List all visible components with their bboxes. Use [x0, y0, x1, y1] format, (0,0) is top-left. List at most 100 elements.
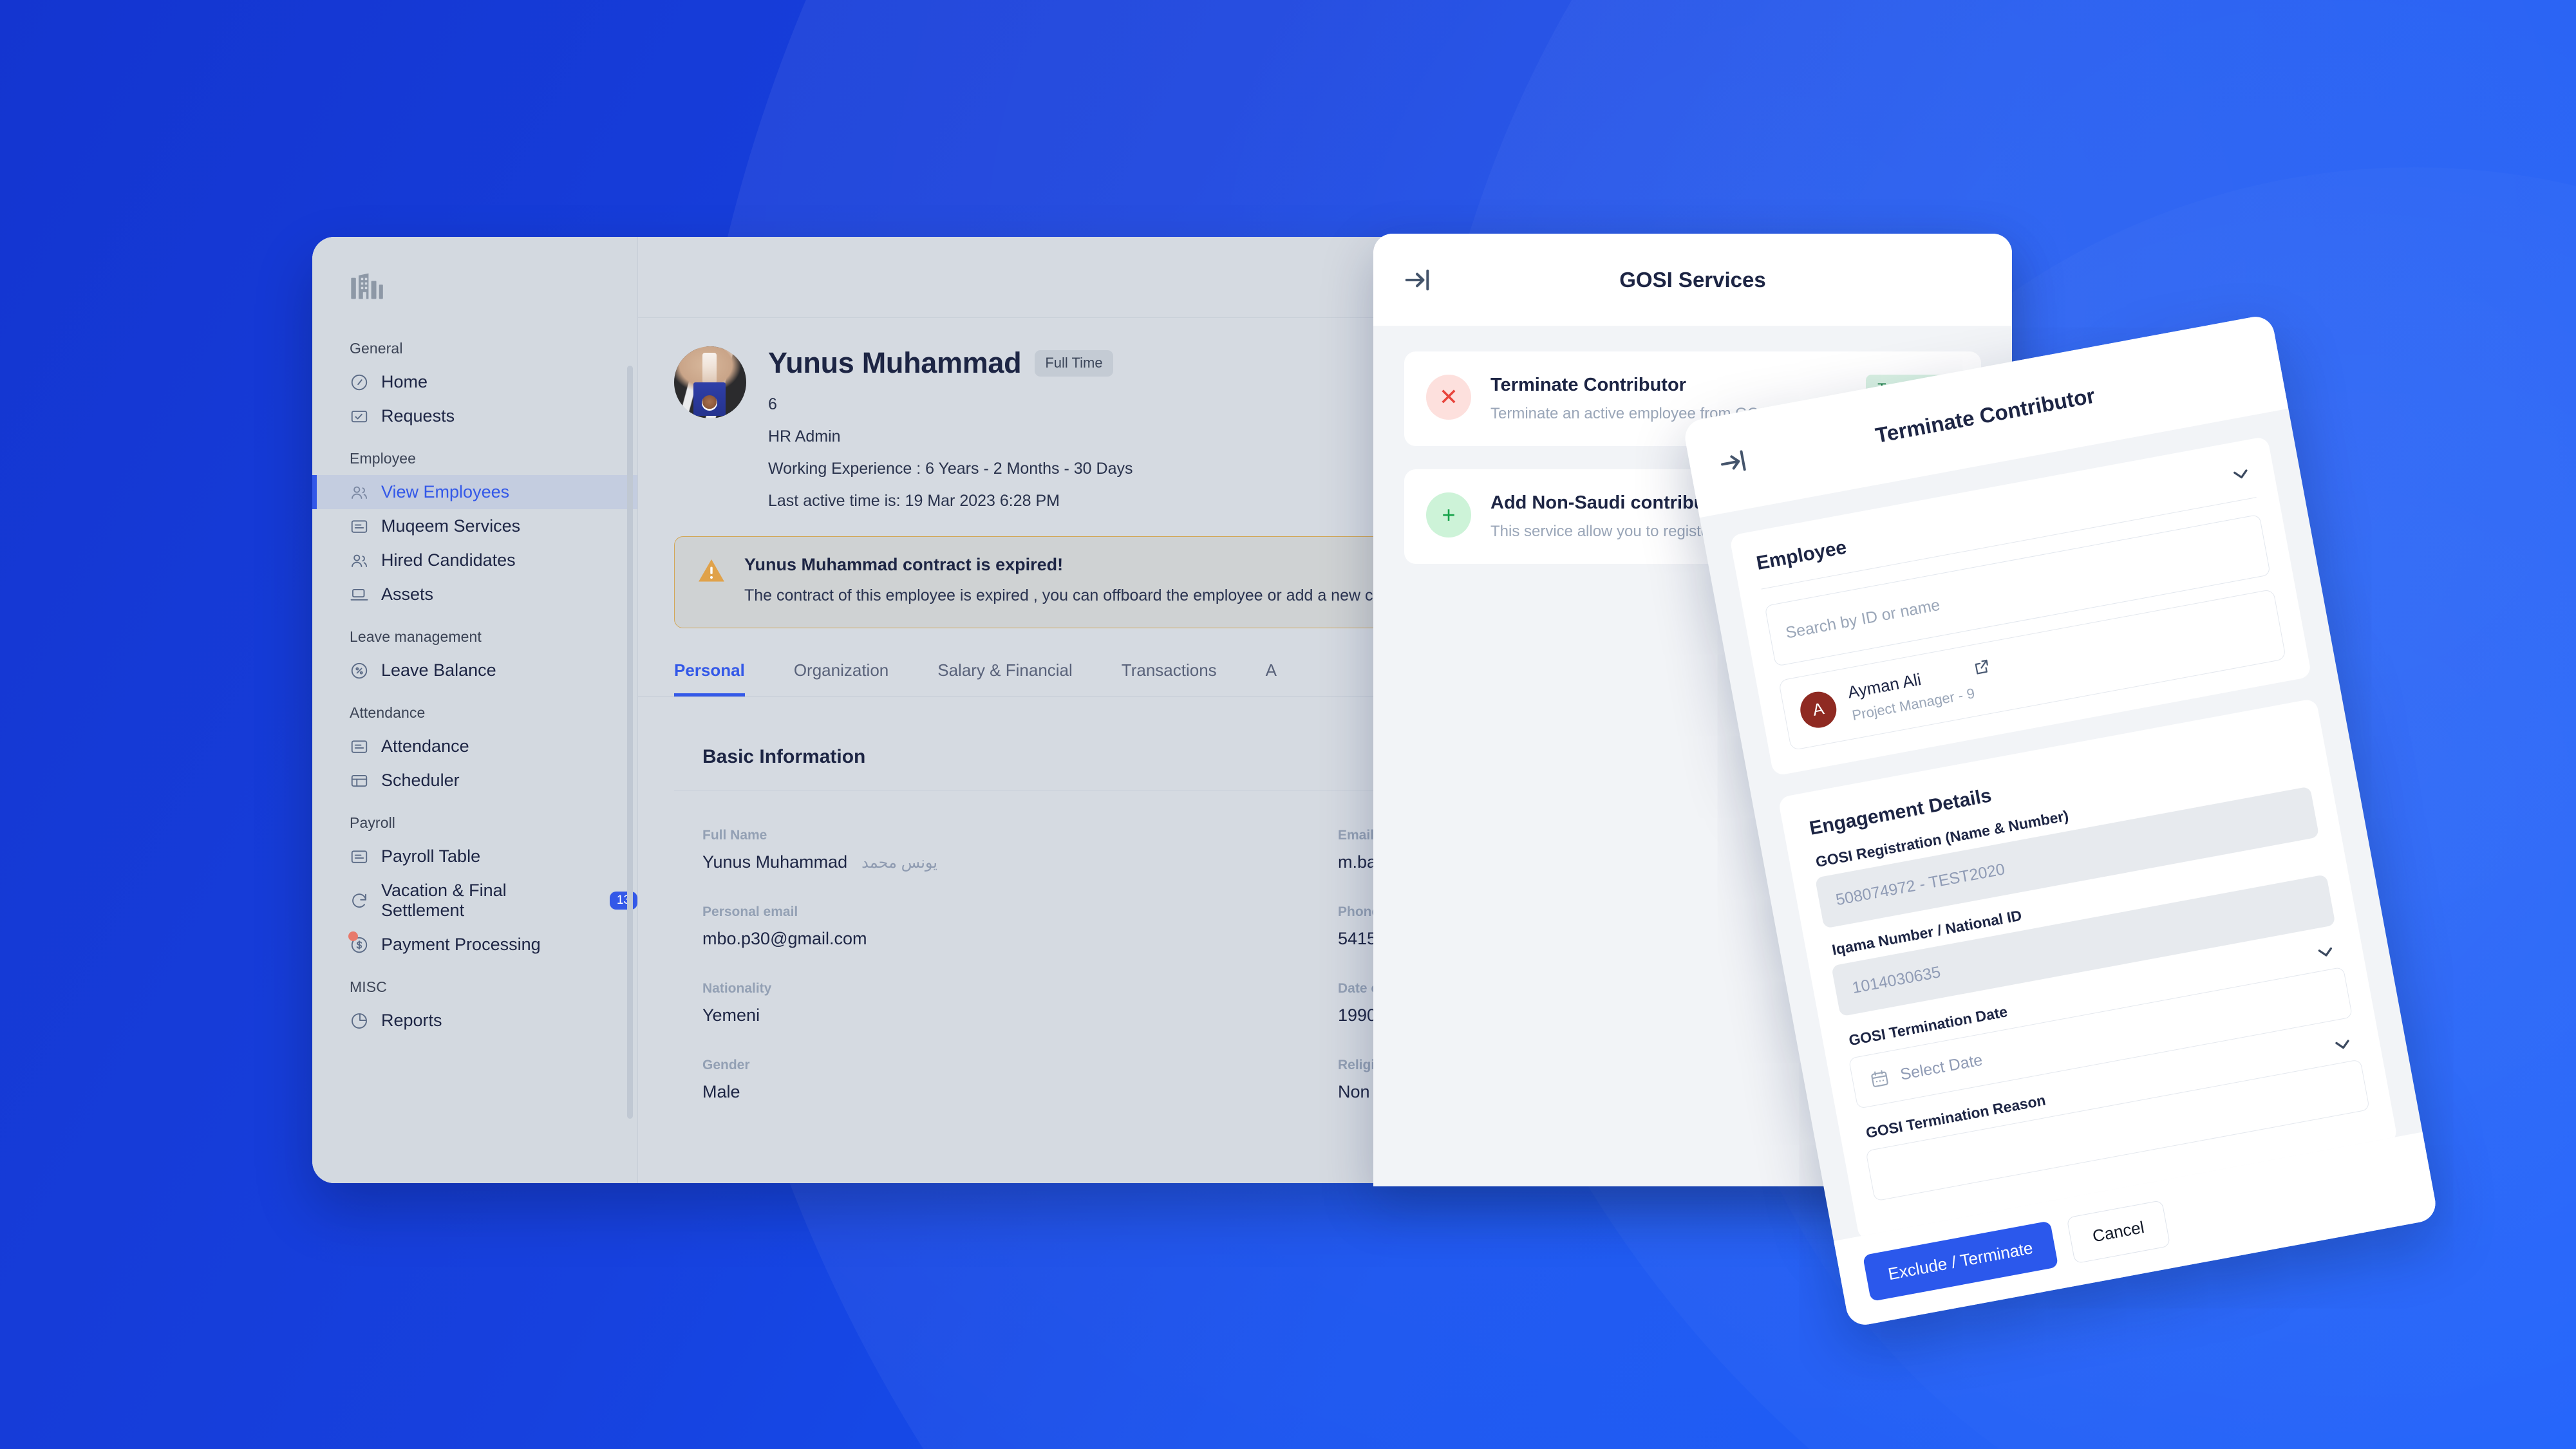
document-icon [351, 850, 368, 863]
gosi-service-name: Add Non-Saudi contributor [1490, 492, 1731, 513]
info-field-value-arabic: يونس محمد [861, 854, 937, 872]
info-field: Gender Male [702, 1042, 1299, 1119]
sidebar-item-label: View Employees [381, 482, 510, 501]
sidebar-item-attendance[interactable]: Attendance [312, 729, 637, 763]
sidebar-item-assets[interactable]: Assets [312, 577, 637, 612]
sidebar-group-label: MISC [350, 978, 387, 995]
calendar-icon [1871, 1070, 1888, 1087]
gosi-panel-title: GOSI Services [1619, 267, 1766, 292]
sidebar-item-reports[interactable]: Reports [312, 1004, 637, 1038]
chevron-down-icon[interactable] [2313, 940, 2338, 966]
exclude-terminate-button[interactable]: Exclude / Terminate [1862, 1220, 2059, 1302]
sidebar-group-label: Payroll [350, 814, 396, 831]
info-field-value-text: m.ba [1338, 852, 1377, 872]
calendar-grid-icon [351, 774, 368, 787]
users-icon [352, 486, 368, 499]
tab-a[interactable]: A [1266, 654, 1277, 696]
building-icon [351, 273, 383, 299]
engagement-field-value: Select Date [1899, 1051, 1984, 1084]
info-field-value-text: mbo.p30@gmail.com [702, 928, 867, 948]
info-field-value: Yunus Muhammad يونس محمد [702, 852, 1299, 872]
id-badge [693, 382, 726, 416]
sidebar-item-hired-candidates[interactable]: Hired Candidates [312, 543, 637, 577]
tab-salary-financial[interactable]: Salary & Financial [937, 654, 1073, 696]
notification-dot [348, 931, 358, 941]
laptop-icon [350, 588, 368, 601]
sidebar-item-view-employees[interactable]: View Employees [312, 475, 637, 509]
alert-title: Yunus Muhammad contract is expired! [744, 555, 1064, 574]
sidebar-scrollbar[interactable] [627, 366, 633, 1119]
info-field-value-text: Yemeni [702, 1005, 760, 1025]
sidebar-item-label: Requests [381, 406, 455, 425]
sidebar-item-label: Reports [381, 1011, 442, 1030]
sidebar-item-label: Scheduler [381, 771, 460, 790]
info-field-value: Male [702, 1082, 1299, 1102]
working-experience: Working Experience : 6 Years - 2 Months … [768, 460, 1133, 478]
sidebar-item-leave-balance[interactable]: Leave Balance [312, 653, 637, 687]
badge-clip [702, 353, 717, 384]
sidebar-item-label: Leave Balance [381, 660, 496, 680]
sidebar-item-home[interactable]: Home [312, 365, 637, 399]
screen-background: General Home Requests Employee View Employee… [0, 0, 2576, 1449]
sidebar-item-label: Attendance [381, 736, 469, 756]
badge-face [702, 395, 717, 411]
sidebar-item-label: Muqeem Services [381, 516, 521, 536]
sidebar-item-label: Hired Candidates [381, 550, 516, 570]
plus-icon: + [1426, 492, 1471, 538]
compass-icon [351, 374, 368, 390]
sidebar-item-payroll-table[interactable]: Payroll Table [312, 839, 637, 874]
sidebar-item-muqeem-services[interactable]: Muqeem Services [312, 509, 637, 543]
sidebar-nav: General Home Requests Employee View Employee… [312, 306, 637, 1038]
alert-body: The contract of this employee is expired… [744, 586, 1422, 604]
info-field-value-text: Yunus Muhammad [702, 852, 848, 872]
warning-triangle-icon [699, 559, 724, 582]
sidebar-group-label: Employee [350, 450, 417, 467]
tab-organization[interactable]: Organization [794, 654, 888, 696]
sidebar-item-requests[interactable]: Requests [312, 399, 637, 433]
sidebar: General Home Requests Employee View Employee… [312, 237, 637, 1183]
engagement-fields: GOSI Registration (Name & Number) 5080749… [1810, 763, 2370, 1202]
users-icon [352, 554, 368, 567]
sidebar-item-label: Assets [381, 584, 434, 604]
chevron-down-icon[interactable] [2228, 462, 2254, 487]
pie-chart-icon [352, 1013, 367, 1029]
external-link-icon[interactable] [1971, 657, 1993, 678]
avatar: A [1797, 688, 1839, 731]
info-field-value-text: Non [1338, 1081, 1370, 1101]
sidebar-item-label: Home [381, 372, 428, 391]
sidebar-item-label: Payroll Table [381, 846, 481, 866]
employee-role: HR Admin [768, 427, 841, 445]
tab-transactions[interactable]: Transactions [1122, 654, 1217, 696]
info-field-value-text: 1990 [1338, 1005, 1377, 1025]
gosi-service-description: This service allow you to register [1490, 523, 1715, 540]
last-active-time: Last active time is: 19 Mar 2023 6:28 PM [768, 492, 1060, 510]
employee-section-label: Employee [1754, 536, 1848, 574]
refresh-icon [352, 893, 366, 908]
search-placeholder: Search by ID or name [1784, 595, 1942, 642]
info-field: Nationality Yemeni [702, 966, 1299, 1042]
document-icon [351, 519, 368, 533]
avatar [674, 346, 746, 418]
employment-type-badge: Full Time [1035, 350, 1113, 377]
sidebar-item-payment-processing[interactable]: Payment Processing [312, 928, 637, 962]
info-field: Full Name Yunus Muhammad يونس محمد [702, 812, 1299, 889]
cancel-button[interactable]: Cancel [2066, 1200, 2171, 1264]
collapse-right-icon[interactable] [1716, 445, 1751, 480]
tab-personal[interactable]: Personal [674, 654, 745, 696]
close-x-icon: ✕ [1426, 375, 1471, 420]
app-logo[interactable] [312, 237, 637, 306]
sidebar-group-label: General [350, 340, 403, 357]
sidebar-item-label: Vacation & Final Settlement [381, 881, 507, 920]
sidebar-item-vacation-final-settlement[interactable]: Vacation & Final Settlement 13 [312, 874, 637, 928]
engagement-field-value: 1014030635 [1850, 962, 1942, 997]
collapse-right-icon[interactable] [1403, 265, 1433, 295]
info-field-value: Yemeni [702, 1005, 1299, 1025]
gosi-panel-header: GOSI Services [1373, 234, 2012, 326]
info-field-label: Full Name [702, 827, 767, 843]
sidebar-group-label: Leave management [350, 628, 482, 645]
info-field: Personal email mbo.p30@gmail.com [702, 889, 1299, 966]
inbox-check-icon [351, 410, 368, 422]
chevron-down-icon[interactable] [2330, 1032, 2356, 1058]
sidebar-item-scheduler[interactable]: Scheduler [312, 763, 637, 798]
employee-id: 6 [768, 395, 777, 413]
